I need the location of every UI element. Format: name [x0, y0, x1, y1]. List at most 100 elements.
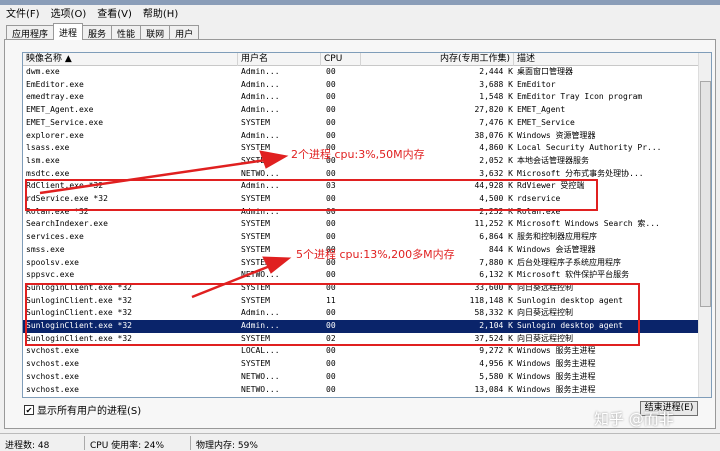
- table-row[interactable]: services.exe SYSTEM 00 6,864 K 服务和控制器应用程序: [23, 231, 699, 244]
- cell-image-name: svchost.exe: [26, 371, 79, 381]
- cell-cpu: 00: [326, 270, 336, 280]
- table-row[interactable]: sppsvc.exe NETWO... 00 6,132 K Microsoft 软件保…: [23, 269, 699, 282]
- table-row[interactable]: svchost.exe NETWO... 00 5,580 K Windows 服务主进…: [23, 371, 699, 384]
- cell-memory: 3,632 K: [479, 168, 513, 178]
- cell-cpu: 00: [326, 232, 336, 242]
- cell-memory: 33,600 K: [474, 282, 513, 292]
- table-row[interactable]: svchost.exe NETWO... 00 13,084 K Windows 服务主…: [23, 384, 699, 397]
- column-cpu[interactable]: CPU: [321, 53, 361, 66]
- status-cpu-usage: CPU 使用率: 24%: [90, 441, 165, 451]
- cell-image-name: SearchIndexer.exe: [26, 219, 108, 229]
- cell-memory: 4,956 K: [479, 359, 513, 369]
- table-row[interactable]: SearchIndexer.exe SYSTEM 00 11,252 K Microso…: [23, 218, 699, 231]
- cell-description: Sunlogin desktop agent: [517, 321, 623, 330]
- cell-description: Microsoft Windows Search 索...: [517, 219, 660, 229]
- table-row[interactable]: msdtc.exe NETWO... 00 3,632 K Microsoft 分布式事…: [23, 168, 699, 181]
- table-row[interactable]: emedtray.exe Admin... 00 1,548 K EmEditor Tr…: [23, 91, 699, 104]
- menu-item[interactable]: 帮助(H): [140, 5, 186, 20]
- cell-memory: 44,928 K: [474, 181, 513, 191]
- table-row[interactable]: svchost.exe LOCAL... 00 9,272 K Windows 服务主进…: [23, 345, 699, 358]
- cell-cpu: 00: [326, 308, 336, 318]
- watermark: 知乎 @而非: [594, 410, 674, 428]
- table-row[interactable]: EmEditor.exe Admin... 00 3,688 K EmEditor: [23, 79, 699, 92]
- cell-image-name: Rolan.exe *32: [26, 206, 89, 216]
- cell-user-name: SYSTEM: [241, 359, 270, 369]
- column-user-name[interactable]: 用户名: [238, 53, 321, 66]
- cell-user-name: Admin...: [241, 206, 280, 216]
- tab[interactable]: 性能: [111, 25, 142, 40]
- cell-description: 服务和控制器应用程序: [517, 232, 597, 242]
- cell-user-name: SYSTEM: [241, 282, 270, 292]
- tab[interactable]: 服务: [82, 25, 113, 40]
- table-row[interactable]: SunloginClient.exe *32 SYSTEM 11 118,148 K S…: [23, 295, 699, 308]
- table-row[interactable]: SunloginClient.exe *32 SYSTEM 00 33,600 K 向日…: [23, 282, 699, 295]
- cell-description: EMET_Service: [517, 117, 575, 127]
- column-description[interactable]: 描述: [514, 53, 699, 66]
- cell-cpu: 00: [326, 321, 336, 330]
- cell-image-name: svchost.exe: [26, 346, 79, 356]
- cell-image-name: smss.exe: [26, 244, 65, 254]
- cell-image-name: EmEditor.exe: [26, 79, 84, 89]
- scrollbar-thumb[interactable]: [700, 81, 711, 307]
- cell-memory: 11,252 K: [474, 219, 513, 229]
- checkbox-check-icon[interactable]: ✔: [24, 404, 34, 415]
- cell-cpu: 00: [326, 92, 336, 102]
- table-row[interactable]: explorer.exe Admin... 00 38,076 K Windows 资源…: [23, 130, 699, 143]
- cell-user-name: SYSTEM: [241, 232, 270, 242]
- process-list[interactable]: 映像名称 ▲ 用户名 CPU 内存(专用工作集) 描述 dwm.exe Admin…: [22, 52, 712, 398]
- table-row[interactable]: RdClient.exe *32 Admin... 03 44,928 K RdView…: [23, 180, 699, 193]
- cell-description: Windows 会话管理器: [517, 244, 596, 254]
- cell-description: RdViewer 受控端: [517, 181, 585, 191]
- cell-description: Windows 服务主进程: [517, 346, 596, 356]
- cell-memory: 5,580 K: [479, 371, 513, 381]
- cell-description: 向日葵远程控制: [517, 333, 573, 343]
- cell-user-name: NETWO...: [241, 371, 280, 381]
- cell-description: EMET_Agent: [517, 105, 566, 115]
- cell-description: Windows 服务主进程: [517, 371, 596, 381]
- cell-user-name: Admin...: [241, 181, 280, 191]
- cell-description: EmEditor: [517, 79, 556, 89]
- status-separator: [190, 436, 191, 450]
- menu-item[interactable]: 文件(F): [3, 5, 48, 20]
- cell-cpu: 00: [326, 194, 336, 203]
- cell-image-name: rdService.exe *32: [26, 194, 108, 203]
- tab[interactable]: 用户: [169, 25, 200, 40]
- cell-cpu: 00: [326, 219, 336, 229]
- table-row[interactable]: Rolan.exe *32 Admin... 00 2,252 K Rolan.exe: [23, 206, 699, 219]
- cell-image-name: svchost.exe: [26, 384, 79, 394]
- tab[interactable]: 进程: [53, 23, 84, 40]
- table-row[interactable]: SunloginClient.exe *32 Admin... 00 2,104 K S…: [23, 320, 699, 333]
- menu-item[interactable]: 选项(O): [48, 5, 95, 20]
- table-row[interactable]: SunloginClient.exe *32 SYSTEM 02 37,524 K 向日…: [23, 333, 699, 346]
- cell-description: Windows 服务主进程: [517, 359, 596, 369]
- table-row[interactable]: rdService.exe *32 SYSTEM 00 4,500 K rdservic…: [23, 193, 699, 206]
- annotation-bottom: 5个进程 cpu:13%,200多M内存: [296, 248, 455, 261]
- cell-description: Rolan.exe: [517, 206, 561, 216]
- cell-description: 桌面窗口管理器: [517, 67, 573, 76]
- table-row[interactable]: svchost.exe SYSTEM 00 4,956 K Windows 服务主进程: [23, 358, 699, 371]
- tab[interactable]: 应用程序: [6, 25, 55, 40]
- cell-image-name: SunloginClient.exe *32: [26, 321, 132, 330]
- cell-memory: 58,332 K: [474, 308, 513, 318]
- cell-memory: 2,252 K: [479, 206, 513, 216]
- column-image-name[interactable]: 映像名称 ▲: [23, 53, 238, 66]
- column-memory[interactable]: 内存(专用工作集): [361, 53, 514, 66]
- vertical-scrollbar[interactable]: [698, 53, 711, 397]
- cell-cpu: 02: [326, 333, 336, 343]
- cell-image-name: SunloginClient.exe *32: [26, 308, 132, 318]
- cell-memory: 2,444 K: [479, 67, 513, 76]
- table-row[interactable]: EMET_Agent.exe Admin... 00 27,820 K EMET_Age…: [23, 104, 699, 117]
- list-header: 映像名称 ▲ 用户名 CPU 内存(专用工作集) 描述: [23, 53, 699, 66]
- cell-memory: 6,864 K: [479, 232, 513, 242]
- table-row[interactable]: EMET_Service.exe SYSTEM 00 7,476 K EMET_Serv…: [23, 117, 699, 130]
- show-all-users-checkbox[interactable]: ✔ 显示所有用户的进程(S): [24, 402, 141, 417]
- cell-cpu: 00: [326, 282, 336, 292]
- cell-description: Windows 服务主进程: [517, 384, 596, 394]
- cell-memory: 118,148 K: [469, 295, 513, 305]
- menu-item[interactable]: 查看(V): [94, 5, 140, 20]
- table-row[interactable]: SunloginClient.exe *32 Admin... 00 58,332 K…: [23, 307, 699, 320]
- cell-user-name: SYSTEM: [241, 333, 270, 343]
- tab[interactable]: 联网: [140, 25, 171, 40]
- cell-description: Sunlogin desktop agent: [517, 295, 623, 305]
- table-row[interactable]: dwm.exe Admin... 00 2,444 K 桌面窗口管理器: [23, 66, 699, 79]
